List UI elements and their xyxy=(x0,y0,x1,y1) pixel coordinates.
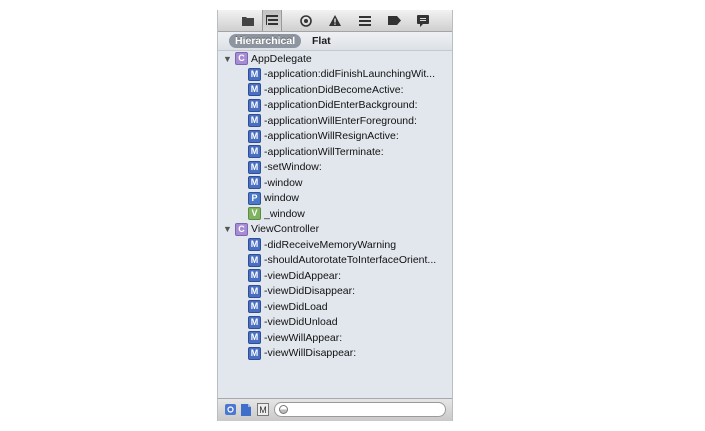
class-name-label: AppDelegate xyxy=(251,52,312,65)
tree-item-row[interactable]: M -viewDidLoad xyxy=(218,299,452,314)
tree-item-row[interactable]: Pwindow xyxy=(218,191,452,206)
tree-item-row[interactable]: M -applicationWillEnterForeground: xyxy=(218,113,452,128)
scope-bar: Hierarchical Flat xyxy=(218,32,452,51)
method-badge-icon: M xyxy=(248,331,261,344)
symbol-label: -applicationDidEnterBackground: xyxy=(264,99,418,111)
filter-icon xyxy=(279,405,288,414)
scope-hierarchical-button[interactable]: Hierarchical xyxy=(229,34,302,48)
symbol-label: -viewDidLoad xyxy=(264,300,328,313)
class-badge-icon: C xyxy=(235,52,248,65)
list-icon[interactable] xyxy=(356,12,374,29)
class-name-label: ViewController xyxy=(251,223,320,235)
symbol-label: -viewDidAppear: xyxy=(264,269,342,282)
symbol-label: -viewDidDisappear: xyxy=(264,285,356,297)
method-badge-icon: M xyxy=(248,98,261,112)
tree-item-row[interactable]: M -applicationWillTerminate: xyxy=(218,144,452,159)
tree-group-row[interactable]: ▼ C AppDelegate xyxy=(218,51,452,66)
tree-item-row[interactable]: M -viewDidUnload xyxy=(218,315,452,330)
file-filter-icon[interactable] xyxy=(240,403,252,416)
symbol-label: -viewDidUnload xyxy=(264,316,338,328)
symbol-label: -viewWillDisappear: xyxy=(264,347,357,359)
symbol-label: -viewWillAppear: xyxy=(264,331,343,344)
tree-item-row[interactable]: M -shouldAutorotateToInterfaceOrient... xyxy=(218,253,452,268)
disclosure-triangle-icon[interactable]: ▼ xyxy=(223,224,232,234)
symbol-navigator: Hierarchical Flat ▼ C AppDelegate M -applica… xyxy=(217,10,453,421)
method-badge-icon: M xyxy=(248,284,261,298)
class-badge-icon: C xyxy=(235,222,248,236)
symbol-label: -window xyxy=(264,176,303,189)
comment-icon[interactable] xyxy=(414,12,432,29)
method-badge-icon: M xyxy=(248,315,261,329)
tree-item-row[interactable]: M -viewDidAppear: xyxy=(218,268,452,283)
navigator-toolbar xyxy=(218,10,452,32)
filter-input[interactable] xyxy=(291,403,441,416)
filter-field[interactable] xyxy=(274,402,446,417)
method-badge-icon: M xyxy=(248,253,261,267)
class-filter-icon[interactable] xyxy=(224,403,236,416)
tree-item-row[interactable]: M -application:didFinishLaunchingWit... xyxy=(218,67,452,82)
symbol-label: _window xyxy=(264,207,305,220)
disclosure-triangle-icon[interactable]: ▼ xyxy=(223,54,232,64)
search-icon[interactable] xyxy=(297,12,315,29)
symbol-label: -applicationWillResignActive: xyxy=(264,130,399,142)
tree-group-row[interactable]: ▼ C ViewController xyxy=(218,222,452,237)
tree-item-row[interactable]: M -applicationWillResignActive: xyxy=(218,129,452,144)
symbol-label: -applicationWillTerminate: xyxy=(264,145,384,158)
method-badge-icon: M xyxy=(248,129,261,143)
symbol-label: -shouldAutorotateToInterfaceOrient... xyxy=(264,254,437,266)
tree-item-row[interactable]: V _window xyxy=(218,206,452,221)
scope-flat-button[interactable]: Flat xyxy=(306,34,337,48)
tag-icon[interactable] xyxy=(385,12,403,29)
warning-icon[interactable] xyxy=(326,12,344,29)
method-badge-icon: M xyxy=(248,67,261,81)
tree-item-row[interactable]: M -viewWillDisappear: xyxy=(218,346,452,361)
method-badge-icon: M xyxy=(248,346,261,360)
member-filter-icon[interactable]: M xyxy=(257,403,269,416)
tree-item-row[interactable]: M -viewDidDisappear: xyxy=(218,284,452,299)
symbol-label: window xyxy=(264,192,300,204)
tree-item-row[interactable]: M -applicationDidEnterBackground: xyxy=(218,98,452,113)
method-badge-icon: M xyxy=(248,238,261,251)
symbol-label: -setWindow: xyxy=(264,161,322,173)
symbol-label: -applicationWillEnterForeground: xyxy=(264,114,417,127)
method-badge-icon: M xyxy=(248,83,261,96)
variable-badge-icon: V xyxy=(248,207,261,220)
property-badge-icon: P xyxy=(248,191,261,205)
tree-item-row[interactable]: M -applicationDidBecomeActive: xyxy=(218,82,452,97)
method-badge-icon: M xyxy=(248,114,261,127)
symbol-label: -applicationDidBecomeActive: xyxy=(264,83,404,96)
method-badge-icon: M xyxy=(248,160,261,174)
filter-bar: M xyxy=(218,398,452,421)
method-badge-icon: M xyxy=(248,269,261,282)
tree-item-row[interactable]: M -viewWillAppear: xyxy=(218,330,452,345)
symbol-label: -application:didFinishLaunchingWit... xyxy=(264,68,436,80)
tree-item-row[interactable]: M -didReceiveMemoryWarning xyxy=(218,237,452,252)
tree-item-row[interactable]: M -setWindow: xyxy=(218,160,452,175)
tree-item-row[interactable]: M -window xyxy=(218,175,452,190)
method-badge-icon: M xyxy=(248,145,261,158)
symbol-label: -didReceiveMemoryWarning xyxy=(264,238,397,251)
hierarchy-icon[interactable] xyxy=(262,10,282,31)
method-badge-icon: M xyxy=(248,176,261,189)
method-badge-icon: M xyxy=(248,300,261,313)
folder-icon[interactable] xyxy=(239,12,257,29)
